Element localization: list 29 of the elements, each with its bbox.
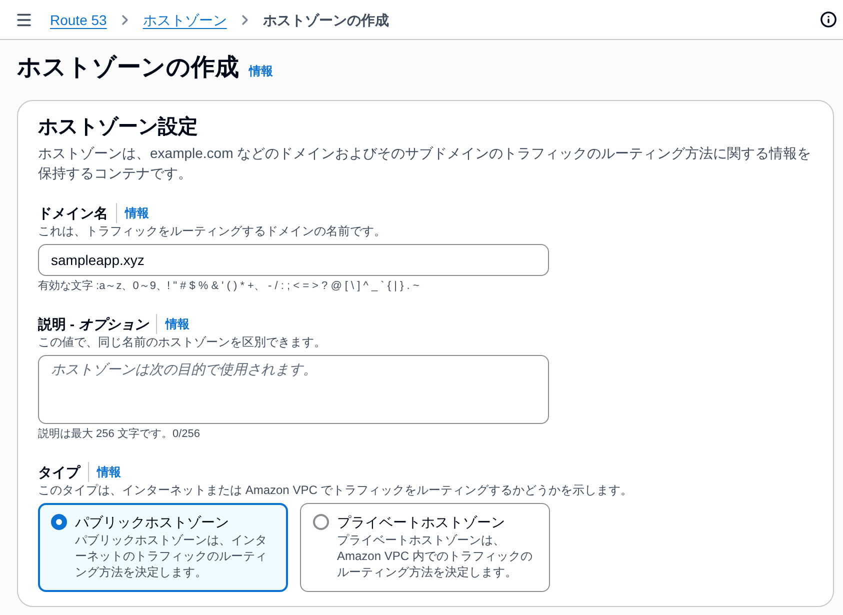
info-link[interactable]: 情報 (165, 316, 190, 332)
page-title: ホストゾーンの作成 (17, 53, 239, 83)
field-label: タイプ (38, 463, 80, 482)
description-textarea[interactable]: ホストゾーンは次の目的で使用されます。 (38, 355, 549, 424)
field-constraint: 説明は最大 256 文字です。0/256 (38, 426, 200, 442)
info-icon[interactable] (820, 11, 837, 28)
radio-option-card[interactable]: パブリックホストゾーン パブリックホストゾーンは、インターネットのトラフィックのルーティング方法を決定します。 (38, 503, 288, 592)
field-label: 説明 - オプション (38, 315, 148, 334)
radio-button-icon[interactable] (51, 514, 67, 530)
radio-option-card[interactable]: プライベートホストゾーン プライベートホストゾーンは、Amazon VPC 内でのトラフィックのルーティング方法を決定します。 (300, 503, 550, 592)
option-title: プライベートホストゾーン (337, 513, 506, 532)
breadcrumb-link[interactable]: ホストゾーン (142, 10, 227, 30)
radio-button-icon[interactable] (313, 514, 329, 530)
breadcrumb-current: ホストゾーンの作成 (262, 10, 389, 30)
domain-input-field[interactable]: sampleapp.xyz (38, 244, 549, 276)
field-hint: このタイプは、インターネットまたは Amazon VPC でトラフィックをルーティングするかどうかを示します。 (38, 482, 633, 498)
field-label: ドメイン名 (38, 204, 108, 223)
panel-title: ホストゾーン設定 (38, 114, 199, 140)
field-hint: これは、トラフィックをルーティングするドメインの名前です。 (38, 223, 386, 239)
field-hint: この値で、同じ名前のホストゾーンを区別できます。 (38, 334, 326, 350)
option-title: パブリックホストゾーン (75, 513, 230, 532)
info-link[interactable]: 情報 (125, 205, 149, 221)
option-description: プライベートホストゾーンは、Amazon VPC 内でのトラフィックのルーティング方法を決定します。 (337, 532, 534, 580)
field-constraint: 有効な文字 :a～z、0～9、! " # $ % & ' ( ) * +、 - / : ; < = > ? @ [ \ ] ^ _ ` { | } . ~ (38, 278, 420, 294)
panel-description: ホストゾーンは、example.com などのドメインおよびそのサブドメインのトラフィックのルーティング方法に関する情報を保持するコンテナです。 (38, 144, 812, 183)
info-link[interactable]: 情報 (97, 464, 121, 480)
breadcrumb-link[interactable]: Route 53 (50, 10, 107, 30)
option-description: パブリックホストゾーンは、インターネットのトラフィックのルーティング方法を決定します。 (75, 532, 268, 580)
info-link[interactable]: 情報 (249, 62, 273, 78)
